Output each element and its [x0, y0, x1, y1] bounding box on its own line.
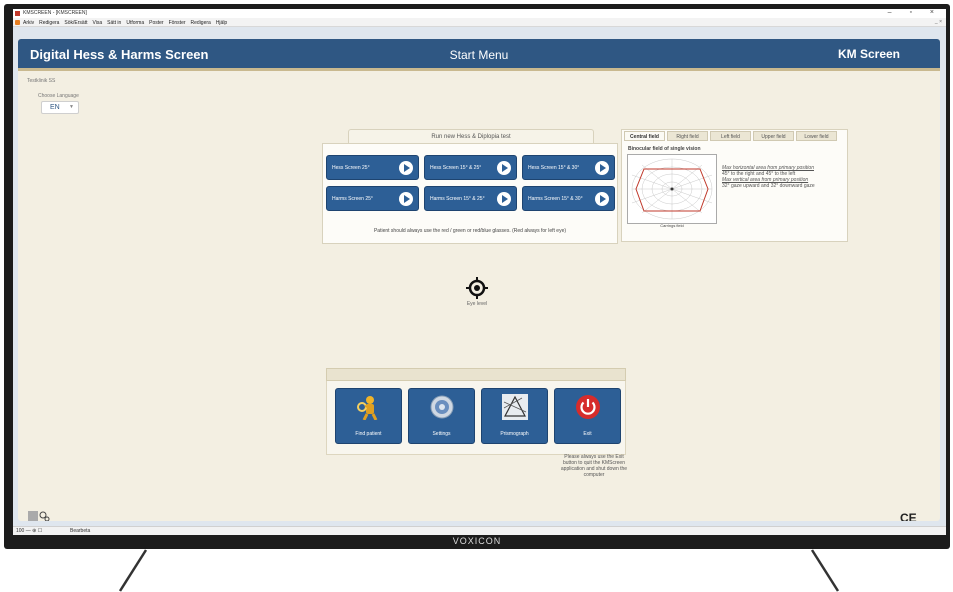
play-icon — [399, 161, 413, 175]
button-label: Harms Screen 25° — [332, 196, 373, 202]
menubar: Arkiv Redigera Sök/Ersätt Visa Sätt in U… — [13, 18, 946, 27]
menu-item-redigera[interactable]: Redigera — [39, 20, 59, 26]
button-label: Hess Screen 15° & 30° — [528, 165, 580, 171]
button-label: Settings — [432, 431, 451, 437]
window-titlebar: KMSCREEN - [KMSCREEN] – ▫ × — [13, 9, 946, 18]
play-icon — [497, 192, 511, 206]
settings-button[interactable]: Settings — [408, 388, 475, 444]
power-icon — [575, 394, 601, 420]
menubar-restore-controls[interactable]: _ × — [935, 19, 942, 25]
window-controls[interactable]: – ▫ × — [888, 9, 942, 16]
tab-left-field[interactable]: Left field — [710, 131, 751, 141]
menu-item-fonster[interactable]: Fönster — [169, 20, 186, 26]
page-title: Start Menu — [449, 48, 509, 62]
field-caption: Carrings field — [660, 223, 684, 228]
field-tabs: Central field Right field Left field Upp… — [624, 131, 837, 141]
play-icon — [497, 161, 511, 175]
harms-screen-15-30-button[interactable]: Harms Screen 15° & 30° — [522, 186, 615, 211]
button-label: Prismograph — [500, 431, 529, 437]
ce-mark: CE — [900, 511, 917, 521]
tab-right-field[interactable]: Right field — [667, 131, 708, 141]
app-icon — [15, 11, 20, 16]
tab-central-field[interactable]: Central field — [624, 131, 665, 141]
product-name: KM Screen — [837, 47, 900, 61]
mode-label: Bearbeta — [70, 528, 91, 534]
menu-item-redigera-2[interactable]: Redigera — [191, 20, 211, 26]
menu-item-hjalp[interactable]: Hjälp — [216, 20, 227, 26]
eye-level-target-icon[interactable] — [466, 277, 488, 299]
menu-item-utforma[interactable]: Utforma — [126, 20, 144, 26]
button-label: Harms Screen 15° & 25° — [430, 196, 485, 202]
tab-upper-field[interactable]: Upper field — [753, 131, 794, 141]
field-title: Binocular field of single vision — [628, 146, 701, 152]
button-label: Hess Screen 15° & 25° — [430, 165, 482, 171]
menu-item-visa[interactable]: Visa — [93, 20, 103, 26]
statusbar: 100 — ⊕ ☐ Bearbeta — [13, 526, 946, 535]
hess-panel-tab: Run new Hess & Diplopia test — [348, 129, 594, 143]
play-icon — [595, 192, 609, 206]
find-patient-button[interactable]: Find patient — [335, 388, 402, 444]
monitor-stand — [118, 549, 840, 592]
harms-screen-25-button[interactable]: Harms Screen 25° — [326, 186, 419, 211]
menu-item-arkiv[interactable]: Arkiv — [23, 20, 34, 26]
field-description: Max horizontal area from primary positio… — [722, 165, 844, 189]
button-label: Harms Screen 15° & 30° — [528, 196, 583, 202]
glasses-note: Patient should always use the red / gree… — [373, 228, 567, 234]
language-label: Choose Language — [38, 93, 79, 99]
field-diagram — [627, 154, 717, 224]
play-icon — [595, 161, 609, 175]
tab-lower-field[interactable]: Lower field — [796, 131, 837, 141]
button-label: Exit — [583, 431, 592, 437]
language-value: EN — [50, 104, 60, 111]
bottom-panel-header — [326, 368, 626, 381]
chevron-down-icon: ▼ — [69, 104, 74, 110]
play-icon — [399, 192, 413, 206]
app-header: Digital Hess & Harms Screen Start Menu K… — [18, 39, 940, 71]
prismograph-button[interactable]: Prismograph — [481, 388, 548, 444]
hess-screen-15-25-button[interactable]: Hess Screen 15° & 25° — [424, 155, 517, 180]
hess-screen-25-button[interactable]: Hess Screen 25° — [326, 155, 419, 180]
menu-app-icon[interactable] — [15, 20, 20, 25]
person-magnifier-icon — [356, 394, 382, 421]
clinic-name: Testklinik SS — [27, 78, 56, 84]
company-logo-icon — [27, 509, 51, 521]
exit-note: Please always use the Exit button to qui… — [560, 454, 628, 478]
menu-item-sok-ersatt[interactable]: Sök/Ersätt — [64, 20, 87, 26]
monitor-brand: VOXICON — [452, 536, 502, 546]
exit-button[interactable]: Exit — [554, 388, 621, 444]
menu-item-satt-in[interactable]: Sätt in — [107, 20, 121, 26]
harms-screen-15-25-button[interactable]: Harms Screen 15° & 25° — [424, 186, 517, 211]
app-window: Digital Hess & Harms Screen Start Menu K… — [18, 39, 940, 521]
field-grid-icon — [631, 158, 713, 220]
button-label: Find patient — [355, 431, 382, 437]
zoom-controls[interactable]: 100 — ⊕ ☐ — [16, 528, 42, 534]
gear-icon — [429, 394, 455, 420]
eye-level-label: Eye level — [466, 301, 488, 307]
button-label: Hess Screen 25° — [332, 165, 370, 171]
hess-screen-15-30-button[interactable]: Hess Screen 15° & 30° — [522, 155, 615, 180]
window-title: KMSCREEN - [KMSCREEN] — [23, 10, 87, 16]
menu-item-poster[interactable]: Poster — [149, 20, 163, 26]
monitor-frame: KMSCREEN - [KMSCREEN] – ▫ × Arkiv Redige… — [4, 4, 950, 549]
prism-icon — [502, 394, 528, 420]
screen: KMSCREEN - [KMSCREEN] – ▫ × Arkiv Redige… — [13, 9, 946, 535]
field-text-line: 32° gaze upward and 32° downward gaze — [722, 183, 815, 189]
language-select[interactable]: EN ▼ — [41, 101, 79, 114]
